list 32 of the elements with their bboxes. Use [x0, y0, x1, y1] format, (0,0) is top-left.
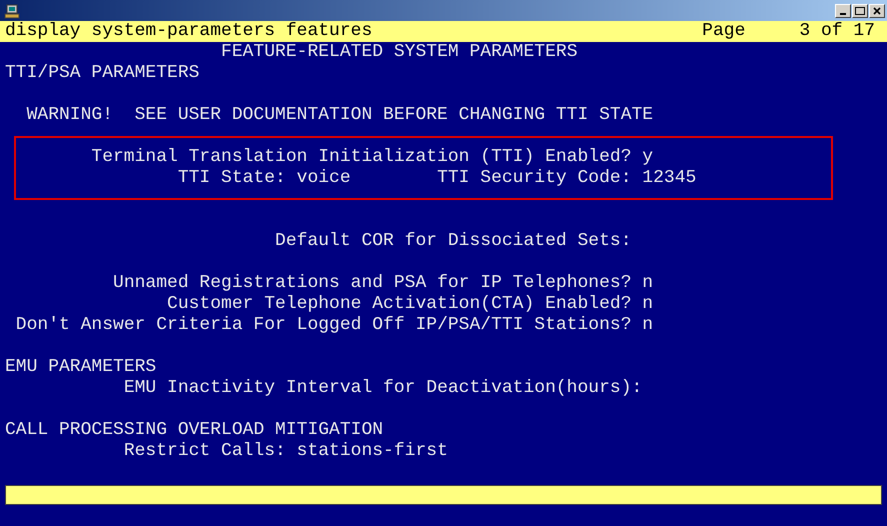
input-bar[interactable] [5, 485, 882, 505]
field-label: TTI Security Code: [437, 168, 632, 189]
field-label: Customer Telephone Activation(CTA) Enabled? [167, 294, 632, 315]
field-label: CALL PROCESSING OVERLOAD MITIGATION [5, 420, 384, 441]
field-label: TTI/PSA PARAMETERS [5, 63, 200, 84]
minimize-button[interactable] [835, 4, 851, 18]
field-label: Terminal Translation Initialization (TTI) Enabled? [91, 147, 632, 168]
page-label: Page [702, 21, 746, 42]
field-value[interactable]: voice [296, 168, 351, 189]
close-button[interactable] [869, 4, 885, 18]
field-label: FEATURE-RELATED SYSTEM PARAMETERS [221, 42, 578, 63]
field-value[interactable]: n [642, 294, 654, 315]
page-number: 3 of 17 [799, 21, 875, 42]
maximize-icon [855, 6, 865, 14]
field-label: EMU Inactivity Interval for Deactivation(hours): [124, 378, 642, 399]
terminal-icon [4, 2, 20, 18]
field-value[interactable]: 12345 [642, 168, 696, 189]
command-text: display system-parameters features [5, 21, 372, 42]
maximize-button[interactable] [852, 4, 868, 18]
field-value[interactable]: n [642, 315, 654, 336]
field-label: Unnamed Registrations and PSA for IP Telephones? [113, 273, 632, 294]
close-icon [872, 6, 882, 14]
field-label: EMU PARAMETERS [5, 357, 156, 378]
field-label: TTI State: [178, 168, 286, 189]
field-label: Restrict Calls: [124, 441, 286, 462]
field-value[interactable]: n [642, 273, 654, 294]
field-label: Default COR for Dissociated Sets: [275, 231, 632, 252]
field-value[interactable]: y [642, 147, 654, 168]
field-value[interactable]: stations-first [296, 441, 448, 462]
field-label: Don't Answer Criteria For Logged Off IP/PSA/TTI Stations? [16, 315, 632, 336]
field-label: WARNING! SEE USER DOCUMENTATION BEFORE CHANGING TTI STATE [26, 105, 654, 126]
minimize-icon [840, 12, 846, 14]
